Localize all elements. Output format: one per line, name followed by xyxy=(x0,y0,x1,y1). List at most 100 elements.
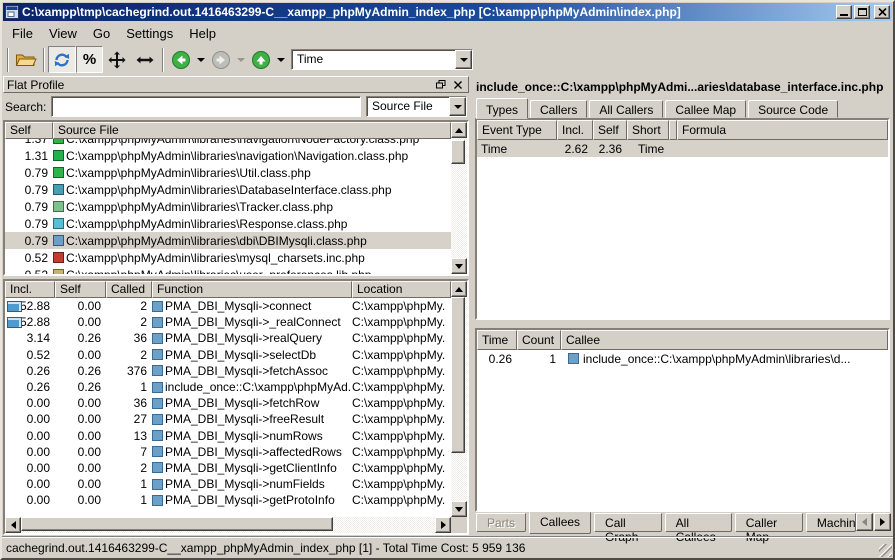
dock-close-button[interactable] xyxy=(450,78,465,91)
function-row[interactable]: 0.260.261include_once::C:\xampp\phpMyAd.… xyxy=(5,379,451,395)
detail-splitter[interactable] xyxy=(474,320,891,328)
source-file-row[interactable]: 0.79C:\xampp\phpMyAdmin\libraries\dbi\DB… xyxy=(5,232,451,249)
scroll-down-button[interactable] xyxy=(451,501,467,517)
forward-button[interactable] xyxy=(207,46,235,73)
dock-float-button[interactable] xyxy=(433,78,448,91)
function-row[interactable]: 0.000.007PMA_DBI_Mysqli->affectedRowsC:\… xyxy=(5,444,451,460)
tab-caller-map[interactable]: Caller Map xyxy=(735,513,803,532)
column-header-count[interactable]: Count xyxy=(517,330,561,350)
title-bar[interactable]: C:\xampp\tmp\cachegrind.out.1416463299-C… xyxy=(3,3,892,21)
tab-types[interactable]: Types xyxy=(476,98,528,119)
source-file-row[interactable]: 1.31C:\xampp\phpMyAdmin\libraries\naviga… xyxy=(5,147,451,164)
source-file-row[interactable]: 0.79C:\xampp\phpMyAdmin\libraries\Tracke… xyxy=(5,198,451,215)
tab-call-graph[interactable]: Call Graph xyxy=(594,513,662,532)
back-button[interactable] xyxy=(167,46,195,73)
called-value: 13 xyxy=(106,429,152,443)
resize-grip[interactable] xyxy=(879,544,892,557)
source-file-row[interactable]: 0.52C:\xampp\phpMyAdmin\libraries\mysql_… xyxy=(5,249,451,266)
source-file-row[interactable]: 1.37C:\xampp\phpMyAdmin\libraries\naviga… xyxy=(5,139,451,147)
close-button[interactable] xyxy=(874,5,890,19)
function-row[interactable]: 52.880.002PMA_DBI_Mysqli->_realConnectC:… xyxy=(5,314,451,330)
tab-parts[interactable]: Parts xyxy=(476,513,526,532)
column-header-location[interactable]: Location xyxy=(352,281,451,298)
column-header-event-type[interactable]: Event Type xyxy=(477,120,557,140)
scrollbar-thumb[interactable] xyxy=(21,517,333,531)
source-file-row[interactable]: 0.52C:\xampp\phpMyAdmin\libraries\user_p… xyxy=(5,266,451,274)
dock-title-bar[interactable]: Flat Profile xyxy=(3,76,469,93)
cycle-groups-button[interactable] xyxy=(48,46,76,73)
function-row[interactable]: 0.000.001PMA_DBI_Mysqli->numFieldsC:\xam… xyxy=(5,476,451,492)
tab-scroll-left-button[interactable] xyxy=(856,513,873,531)
event-type-combo[interactable]: Time xyxy=(291,49,473,70)
callee-row[interactable]: 0.26 1 include_once::C:\xampp\phpMyAdmin… xyxy=(477,350,888,367)
relative-to-parent-button[interactable] xyxy=(103,46,131,73)
tab-all-callers[interactable]: All Callers xyxy=(589,100,663,118)
combo-dropdown-button[interactable] xyxy=(455,50,472,69)
open-file-button[interactable] xyxy=(12,46,40,73)
column-header-formula[interactable]: Formula xyxy=(677,120,888,140)
column-header-spacer[interactable] xyxy=(669,120,677,140)
function-horizontal-scrollbar[interactable] xyxy=(5,517,451,533)
function-row[interactable]: 52.880.002PMA_DBI_Mysqli->connectC:\xamp… xyxy=(5,298,451,314)
menu-view[interactable]: View xyxy=(41,23,85,44)
scroll-right-button[interactable] xyxy=(435,517,451,533)
event-type-row[interactable]: Time 2.62 2.36 Time xyxy=(477,140,888,157)
function-row[interactable]: 0.000.0027PMA_DBI_Mysqli->freeResultC:\x… xyxy=(5,411,451,427)
column-header-called[interactable]: Called xyxy=(106,281,152,298)
tab-callee-map[interactable]: Callee Map xyxy=(665,100,746,118)
column-header-short[interactable]: Short xyxy=(627,120,669,140)
function-row[interactable]: 0.000.001PMA_DBI_Mysqli->getProtoInfoC:\… xyxy=(5,492,451,508)
column-header-self[interactable]: Self xyxy=(593,120,627,140)
tab-machine-code[interactable]: Machine xyxy=(806,513,856,532)
function-row[interactable]: 0.000.0036PMA_DBI_Mysqli->fetchRowC:\xam… xyxy=(5,395,451,411)
scroll-left-button[interactable] xyxy=(5,517,21,533)
scrollbar-track[interactable] xyxy=(451,138,467,258)
column-header-function[interactable]: Function xyxy=(152,281,352,298)
menu-go[interactable]: Go xyxy=(85,23,118,44)
forward-dropdown[interactable] xyxy=(235,46,247,73)
function-row[interactable]: 0.000.002PMA_DBI_Mysqli->getClientInfoC:… xyxy=(5,460,451,476)
function-vertical-scrollbar[interactable] xyxy=(451,281,467,517)
tab-scroll-right-button[interactable] xyxy=(874,513,891,531)
source-file-row[interactable]: 0.79C:\xampp\phpMyAdmin\libraries\Util.c… xyxy=(5,164,451,181)
function-row[interactable]: 0.260.26376PMA_DBI_Mysqli->fetchAssocC:\… xyxy=(5,363,451,379)
scroll-down-button[interactable] xyxy=(451,258,467,274)
function-row[interactable]: 0.000.0013PMA_DBI_Mysqli->numRowsC:\xamp… xyxy=(5,428,451,444)
tab-all-callees[interactable]: All Callees xyxy=(665,513,732,532)
source-vertical-scrollbar[interactable] xyxy=(451,122,467,274)
minimize-button[interactable] xyxy=(836,5,852,19)
column-header-self[interactable]: Self xyxy=(5,122,53,139)
combo-dropdown-button[interactable] xyxy=(449,97,466,116)
column-header-incl[interactable]: Incl. xyxy=(557,120,593,140)
up-button[interactable] xyxy=(247,46,275,73)
relative-percent-button[interactable]: % xyxy=(76,46,103,73)
tab-source-code[interactable]: Source Code xyxy=(748,100,838,118)
source-file-row[interactable]: 0.79C:\xampp\phpMyAdmin\libraries\Respon… xyxy=(5,215,451,232)
scroll-up-button[interactable] xyxy=(451,281,467,297)
column-header-time[interactable]: Time xyxy=(477,330,517,350)
search-input[interactable] xyxy=(51,96,361,117)
scroll-up-button[interactable] xyxy=(451,122,467,138)
scrollbar-track[interactable] xyxy=(21,517,435,533)
source-file-row[interactable]: 0.79C:\xampp\phpMyAdmin\libraries\Databa… xyxy=(5,181,451,198)
function-row[interactable]: 0.520.002PMA_DBI_Mysqli->selectDbC:\xamp… xyxy=(5,347,451,363)
menu-settings[interactable]: Settings xyxy=(118,23,181,44)
column-header-source-file[interactable]: Source File xyxy=(53,122,451,139)
scrollbar-thumb[interactable] xyxy=(451,297,465,453)
function-row[interactable]: 3.140.2636PMA_DBI_Mysqli->realQueryC:\xa… xyxy=(5,330,451,346)
back-dropdown[interactable] xyxy=(195,46,207,73)
function-icon xyxy=(152,382,163,393)
up-dropdown[interactable] xyxy=(275,46,287,73)
menu-help[interactable]: Help xyxy=(181,23,224,44)
tab-callees[interactable]: Callees xyxy=(529,512,591,534)
menu-file[interactable]: File xyxy=(4,23,41,44)
column-header-callee[interactable]: Callee xyxy=(561,330,888,350)
scrollbar-thumb[interactable] xyxy=(451,140,465,164)
scrollbar-track[interactable] xyxy=(451,297,467,501)
column-header-incl[interactable]: Incl. xyxy=(5,281,55,298)
group-by-combo[interactable]: Source File xyxy=(366,96,467,117)
column-header-self[interactable]: Self xyxy=(55,281,106,298)
maximize-button[interactable] xyxy=(854,5,870,19)
tab-callers[interactable]: Callers xyxy=(530,100,587,118)
shorten-templates-button[interactable] xyxy=(131,46,159,73)
